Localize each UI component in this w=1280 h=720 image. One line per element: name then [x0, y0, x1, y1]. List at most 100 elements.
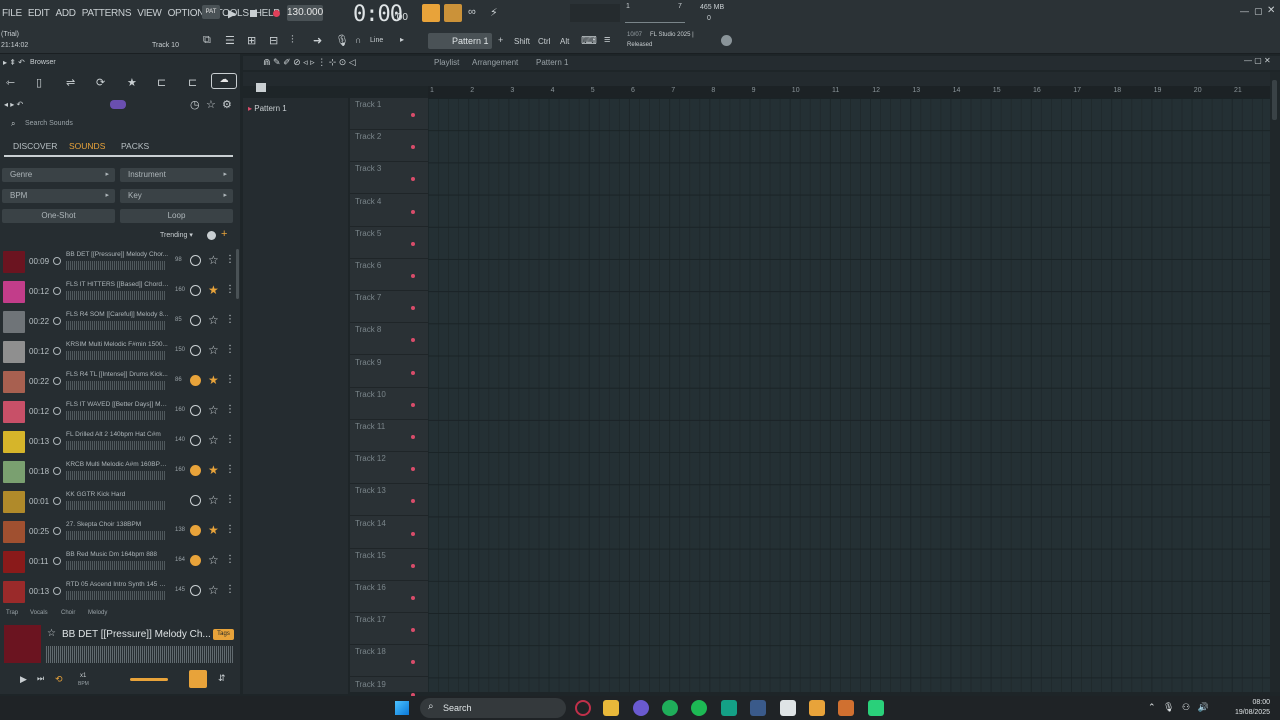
- add-pattern-icon[interactable]: +: [498, 35, 503, 45]
- filter-instrument[interactable]: Instrument ▸: [120, 168, 233, 182]
- breadcrumb-arrangement[interactable]: Arrangement: [472, 58, 518, 67]
- track-header[interactable]: Track 18: [350, 645, 428, 678]
- track-mute-dot[interactable]: [411, 660, 415, 665]
- tag-trap[interactable]: Trap: [6, 610, 18, 616]
- favorite-star-icon[interactable]: ★: [208, 373, 219, 387]
- drag-icon[interactable]: ⇵: [218, 673, 226, 684]
- add-to-project-icon[interactable]: [190, 285, 201, 296]
- typing-keyboard-icon[interactable]: ⌨: [581, 34, 597, 47]
- favorite-star-icon[interactable]: ☆: [208, 403, 219, 417]
- close-icon[interactable]: ✕: [1267, 5, 1275, 16]
- preview-icon[interactable]: [53, 317, 61, 325]
- track-mute-dot[interactable]: [411, 402, 415, 407]
- menu-file[interactable]: FILE: [2, 8, 22, 19]
- menu-add[interactable]: ADD: [56, 8, 77, 19]
- back-icon[interactable]: ⇽: [6, 76, 15, 89]
- mode-loop[interactable]: Loop: [120, 209, 233, 223]
- track-mute-dot[interactable]: [411, 177, 415, 182]
- list-item[interactable]: 00:09 BB DET [[Pressure]] Melody Chor...…: [0, 247, 236, 277]
- add-to-project-icon[interactable]: [190, 375, 201, 386]
- add-to-project-icon[interactable]: [190, 345, 201, 356]
- favorite-star-icon[interactable]: ☆: [208, 583, 219, 597]
- sound-waveform[interactable]: [66, 471, 166, 480]
- filter-genre[interactable]: Genre ▸: [2, 168, 115, 182]
- preview-icon[interactable]: [53, 467, 61, 475]
- preview-icon[interactable]: [53, 497, 61, 505]
- shift-key[interactable]: Shift: [514, 37, 530, 46]
- chatgpt-icon[interactable]: [721, 700, 737, 716]
- sound-waveform[interactable]: [66, 531, 166, 540]
- globe-icon[interactable]: [721, 35, 732, 46]
- sound-waveform[interactable]: [66, 321, 166, 330]
- track-mute-dot[interactable]: [411, 209, 415, 214]
- fl-studio-alt-icon[interactable]: [838, 700, 854, 716]
- favorite-star-icon[interactable]: ☆: [208, 253, 219, 267]
- shuffle-icon[interactable]: [207, 231, 216, 240]
- settings-icon[interactable]: ⚙: [222, 98, 232, 111]
- preview-waveform[interactable]: [46, 646, 234, 663]
- track-mute-dot[interactable]: [411, 435, 415, 439]
- track-header[interactable]: Track 6: [350, 259, 428, 291]
- track-header[interactable]: Track 16: [350, 581, 428, 613]
- tag-melody[interactable]: Melody: [88, 610, 107, 616]
- more-options-icon[interactable]: ⋮: [225, 464, 235, 475]
- add-to-project-icon[interactable]: [190, 465, 201, 476]
- ctrl-key[interactable]: Ctrl: [538, 37, 550, 46]
- add-to-project-icon[interactable]: [190, 315, 201, 326]
- sound-waveform[interactable]: [66, 351, 166, 360]
- scrollbar[interactable]: [236, 249, 239, 299]
- refresh-icon[interactable]: ⟳: [96, 76, 105, 89]
- star-filter-icon[interactable]: ☆: [206, 98, 216, 111]
- tag-vocals[interactable]: Vocals: [30, 610, 48, 616]
- track-mute-dot[interactable]: [411, 113, 415, 117]
- preview-icon[interactable]: [53, 257, 61, 265]
- taskbar-search[interactable]: ⌕ Search: [420, 698, 566, 718]
- favorite-star-icon[interactable]: ★: [208, 463, 219, 477]
- opera-icon[interactable]: [575, 700, 591, 716]
- more-options-icon[interactable]: ⋮: [225, 404, 235, 415]
- preview-icon[interactable]: [53, 587, 61, 595]
- filter-key[interactable]: Key ▸: [120, 189, 233, 203]
- chevron-right-icon[interactable]: ▸: [400, 35, 404, 44]
- list-item[interactable]: 00:18 KRCB Multi Melodic A#m 160BPM ... …: [0, 457, 236, 487]
- list-item[interactable]: 00:13 RTD 05 Ascend Intro Synth 145 C#m …: [0, 577, 236, 607]
- list-item[interactable]: 00:12 FLS IT HITTERS [[Based]] Chord P..…: [0, 277, 236, 307]
- preview-icon[interactable]: [53, 557, 61, 565]
- preview-speed[interactable]: x1: [80, 673, 86, 679]
- countdown-button[interactable]: [444, 4, 462, 22]
- sound-waveform[interactable]: [66, 501, 166, 510]
- list-item[interactable]: 00:25 27. Skepta Choir 138BPM 138 ★ ⋮: [0, 517, 236, 547]
- discord-icon[interactable]: [633, 700, 649, 716]
- more-options-icon[interactable]: ⋮: [225, 524, 235, 535]
- taskbar-time[interactable]: 08:00: [1226, 699, 1270, 706]
- add-to-project-icon[interactable]: [190, 585, 201, 596]
- preview-icon[interactable]: [53, 347, 61, 355]
- more-options-icon[interactable]: ⋮: [225, 434, 235, 445]
- mixer-icon[interactable]: ⫶: [291, 34, 294, 47]
- more-options-icon[interactable]: ⋮: [225, 284, 235, 295]
- more-options-icon[interactable]: ⋮: [225, 554, 235, 565]
- track-header[interactable]: Track 17: [350, 613, 428, 646]
- metronome-button[interactable]: [422, 4, 440, 22]
- menu-icon[interactable]: ≡: [604, 34, 610, 46]
- tempo-display[interactable]: 130.000: [287, 5, 323, 21]
- favorite-star-icon[interactable]: ☆: [208, 313, 219, 327]
- piano-roll-icon[interactable]: ⊞: [247, 34, 256, 47]
- tab-packs[interactable]: PACKS: [121, 141, 149, 151]
- playlist-grid[interactable]: [428, 98, 1270, 692]
- pattern-selector[interactable]: Pattern 1: [428, 33, 492, 49]
- playlist-tool-icons[interactable]: ⋒ ✎ ✐ ⊘ ◃ ▹ ⋮ ⊹ ⊙ ◁: [263, 57, 356, 68]
- taskbar-date[interactable]: 19/08/2025: [1226, 709, 1270, 716]
- list-item[interactable]: 00:12 KRSIM Multi Melodic F#min 1500... …: [0, 337, 236, 367]
- list-item[interactable]: 00:11 BB Red Music Dm 164bpm 888 164 ☆ ⋮: [0, 547, 236, 577]
- sound-waveform[interactable]: [66, 591, 166, 600]
- favorite-star-icon[interactable]: ★: [208, 523, 219, 537]
- track-mute-dot[interactable]: [411, 596, 415, 600]
- track-header[interactable]: Track 11: [350, 420, 428, 452]
- sound-waveform[interactable]: [66, 441, 166, 450]
- track-mute-dot[interactable]: [411, 145, 415, 150]
- plugin-icon[interactable]: ⇌: [66, 76, 75, 89]
- track-header[interactable]: Track 7: [350, 291, 428, 324]
- track-header[interactable]: Track 9: [350, 356, 428, 388]
- tag-choir[interactable]: Choir: [61, 610, 75, 616]
